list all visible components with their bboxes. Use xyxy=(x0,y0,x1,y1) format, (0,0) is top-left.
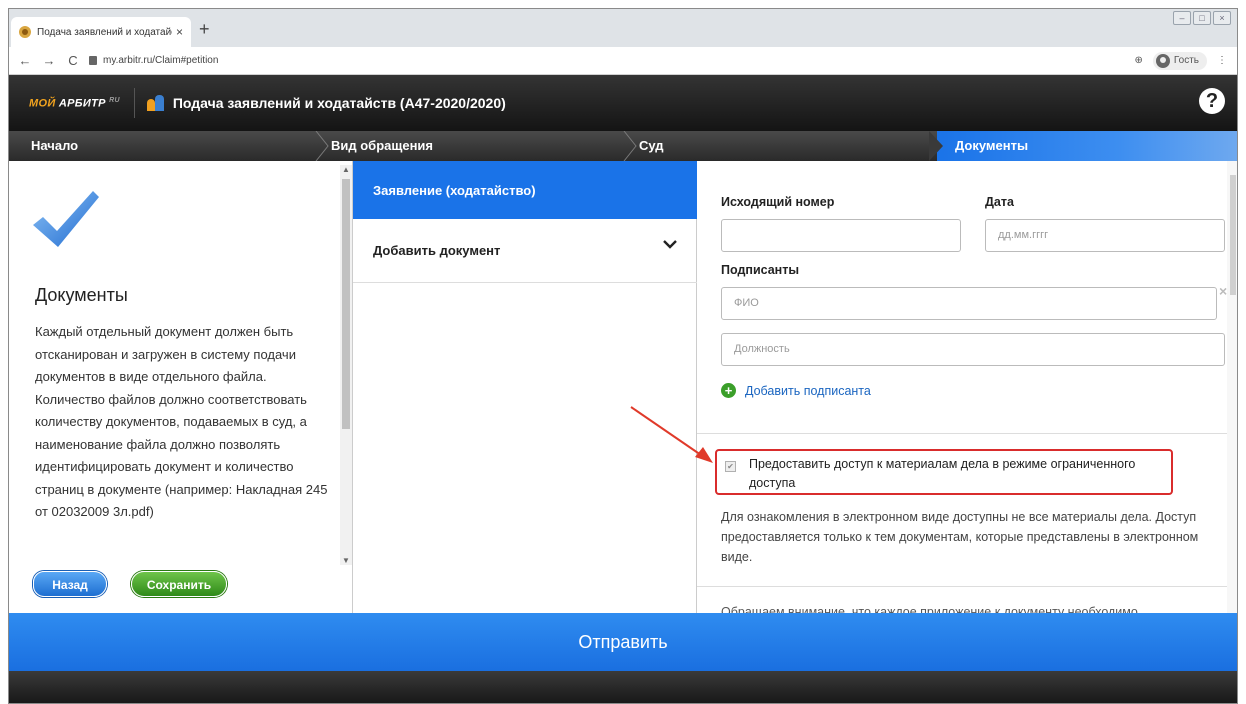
back-arrow-icon[interactable]: ← xyxy=(17,53,33,68)
add-document-dropdown[interactable]: Добавить документ xyxy=(353,219,697,283)
info-panel-scrollbar[interactable]: ▲ ▼ xyxy=(340,165,352,565)
date-input[interactable]: дд.мм.гггг xyxy=(985,219,1225,252)
signers-label: Подписанты xyxy=(721,263,800,277)
browser-tab-title: Подача заявлений и ходатайств xyxy=(37,26,172,38)
scroll-up-icon[interactable]: ▲ xyxy=(342,165,350,174)
address-bar: ← → C my.arbitr.ru/Claim#petition ⊕ Гост… xyxy=(9,47,1237,75)
fio-input[interactable]: ФИО xyxy=(721,287,1217,320)
document-list: Заявление (ходатайство) Добавить докумен… xyxy=(353,161,697,613)
main-content: Документы Каждый отдельный документ долж… xyxy=(9,161,1237,613)
step-court[interactable]: Суд xyxy=(639,131,664,161)
browser-window: Подача заявлений и ходатайств × + – □ × … xyxy=(8,8,1238,704)
step-separator-icon xyxy=(623,131,637,161)
page-title: Подача заявлений и ходатайств (А47-2020/… xyxy=(172,95,506,111)
restricted-access-checkbox[interactable]: ✔ xyxy=(725,461,736,472)
clear-signer-icon[interactable]: × xyxy=(1219,283,1227,299)
outgoing-number-input[interactable] xyxy=(721,219,961,252)
form-scrollbar[interactable] xyxy=(1227,161,1237,613)
info-panel: Документы Каждый отдельный документ долж… xyxy=(9,161,353,613)
annotation-arrow-icon xyxy=(630,406,713,463)
documents-heading: Документы xyxy=(35,285,128,305)
lock-icon xyxy=(89,56,97,65)
close-tab-icon[interactable]: × xyxy=(176,25,183,39)
maximize-window-icon[interactable]: □ xyxy=(1193,11,1211,25)
app-header: МОЙ АРБИТР RU Подача заявлений и ходатай… xyxy=(9,75,1237,131)
wizard-steps: Начало Вид обращения Суд Документы xyxy=(9,131,1237,161)
submit-button[interactable]: Отправить xyxy=(9,613,1237,671)
bottom-bar xyxy=(9,671,1237,703)
restricted-access-label[interactable]: Предоставить доступ к материалам дела в … xyxy=(749,455,1171,493)
header-divider xyxy=(133,88,135,118)
browser-tabbar: Подача заявлений и ходатайств × + – □ × xyxy=(9,9,1237,47)
my-arbitr-logo[interactable]: МОЙ АРБИТР RU xyxy=(29,97,120,110)
help-button[interactable]: ? xyxy=(1199,88,1225,114)
restricted-access-highlight: ✔ Предоставить доступ к материалам дела … xyxy=(715,449,1173,495)
document-item-statement[interactable]: Заявление (ходатайство) xyxy=(353,161,697,219)
step-separator-icon xyxy=(315,131,329,161)
people-icon xyxy=(146,95,165,111)
new-tab-icon[interactable]: + xyxy=(199,19,210,40)
checkmark-icon xyxy=(33,191,99,247)
profile-avatar-icon xyxy=(1155,53,1170,68)
outgoing-number-label: Исходящий номер xyxy=(721,195,835,209)
attachment-note-text: Обращаем внимание, что каждое приложение… xyxy=(721,605,1138,613)
scroll-thumb[interactable] xyxy=(342,179,350,429)
minimize-window-icon[interactable]: – xyxy=(1173,11,1191,25)
address-bar-actions: ⊕ Гость ⋮ xyxy=(1135,51,1227,70)
section-divider xyxy=(697,586,1227,587)
chevron-down-icon xyxy=(663,240,677,249)
scroll-thumb[interactable] xyxy=(1230,175,1236,295)
save-button[interactable]: Сохранить xyxy=(131,571,227,597)
browser-menu-icon[interactable]: ⋮ xyxy=(1217,55,1227,66)
documents-description: Каждый отдельный документ должен быть от… xyxy=(35,324,328,519)
reload-icon[interactable]: C xyxy=(65,53,81,68)
access-info-text: Для ознакомления в электронном виде дост… xyxy=(721,510,1199,564)
back-button[interactable]: Назад xyxy=(33,571,107,597)
step-separator-icon xyxy=(929,131,943,161)
scroll-down-icon[interactable]: ▼ xyxy=(342,556,350,565)
add-document-label: Добавить документ xyxy=(373,243,501,258)
guest-profile-button[interactable]: Гость xyxy=(1152,51,1207,70)
guest-label: Гость xyxy=(1173,55,1199,66)
add-signer-label: Добавить подписанта xyxy=(745,383,871,398)
zoom-icon[interactable]: ⊕ xyxy=(1135,55,1143,66)
forward-arrow-icon[interactable]: → xyxy=(41,53,57,68)
url-field[interactable]: my.arbitr.ru/Claim#petition xyxy=(103,55,218,66)
document-form: Исходящий номер Дата дд.мм.гггг Подписан… xyxy=(697,161,1237,613)
step-request-type[interactable]: Вид обращения xyxy=(331,131,433,161)
add-signer-link[interactable]: + Добавить подписанта xyxy=(721,383,871,398)
window-controls: – □ × xyxy=(1173,11,1231,25)
plus-circle-icon: + xyxy=(721,383,736,398)
arbitr-favicon-icon xyxy=(19,26,31,38)
close-window-icon[interactable]: × xyxy=(1213,11,1231,25)
date-label: Дата xyxy=(985,195,1014,209)
browser-tab[interactable]: Подача заявлений и ходатайств × xyxy=(11,17,191,47)
position-input[interactable]: Должность xyxy=(721,333,1225,366)
step-start[interactable]: Начало xyxy=(31,131,78,161)
section-divider xyxy=(697,433,1227,434)
step-documents[interactable]: Документы xyxy=(955,131,1028,161)
